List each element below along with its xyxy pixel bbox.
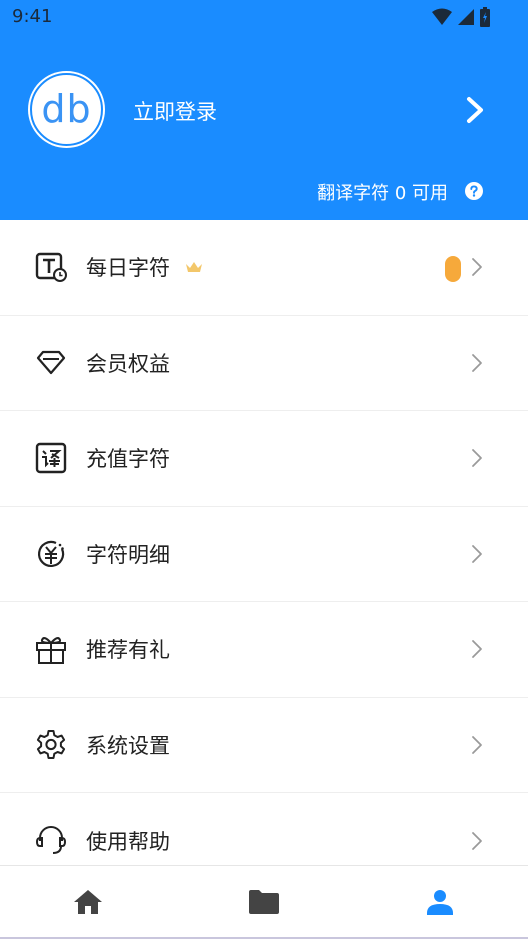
chevron-right-icon bbox=[472, 544, 482, 563]
menu-item-label: 每日字符 bbox=[86, 256, 170, 281]
gift-icon bbox=[36, 637, 66, 665]
gear-icon bbox=[36, 729, 66, 759]
menu-item-label: 使用帮助 bbox=[86, 829, 170, 854]
chevron-right-icon bbox=[472, 735, 482, 754]
yuan-coin-icon bbox=[38, 540, 65, 567]
menu-item-membership-benefits[interactable]: 会员权益 bbox=[0, 315, 528, 411]
daily-characters-icon bbox=[35, 253, 67, 283]
status-badge bbox=[445, 256, 461, 282]
cellular-signal-icon bbox=[458, 9, 474, 25]
menu-item-label: 推荐有礼 bbox=[86, 638, 170, 663]
home-icon[interactable] bbox=[70, 884, 106, 920]
menu-item-label: 系统设置 bbox=[86, 733, 170, 758]
menu-item-daily-characters[interactable]: 每日字符 bbox=[0, 220, 528, 316]
wifi-icon bbox=[432, 8, 452, 25]
folder-icon[interactable] bbox=[246, 884, 282, 920]
bottom-navigation bbox=[0, 865, 528, 939]
status-bar: 9:41 bbox=[0, 0, 528, 36]
menu-item-label: 充值字符 bbox=[86, 447, 170, 472]
avatar-logo-text: db bbox=[41, 86, 92, 131]
profile-header: 9:41 db 立即登录 翻译字符 0 可用 bbox=[0, 0, 528, 220]
chevron-right-icon bbox=[472, 831, 482, 850]
settings-menu: 每日字符 会员权益 充值字符 字符明细 推荐有礼 系统设置 使用帮助 bbox=[0, 220, 528, 889]
chevron-right-icon bbox=[472, 449, 482, 468]
chevron-right-icon bbox=[472, 353, 482, 372]
menu-item-recharge-characters[interactable]: 充值字符 bbox=[0, 411, 528, 507]
menu-item-label: 会员权益 bbox=[86, 351, 170, 376]
chevron-right-icon bbox=[472, 640, 482, 659]
menu-item-label: 字符明细 bbox=[86, 542, 170, 567]
diamond-icon bbox=[36, 350, 66, 374]
chevron-right-icon[interactable] bbox=[462, 96, 488, 124]
menu-item-referral-rewards[interactable]: 推荐有礼 bbox=[0, 602, 528, 698]
status-icons bbox=[432, 7, 490, 27]
crown-icon bbox=[186, 262, 202, 272]
help-icon[interactable] bbox=[465, 182, 483, 200]
login-link[interactable]: 立即登录 bbox=[133, 96, 217, 126]
menu-item-system-settings[interactable]: 系统设置 bbox=[0, 697, 528, 793]
avatar[interactable]: db bbox=[30, 73, 103, 146]
battery-icon bbox=[480, 7, 490, 27]
status-time: 9:41 bbox=[12, 6, 53, 27]
chevron-right-icon bbox=[472, 258, 482, 277]
headset-icon bbox=[35, 825, 67, 854]
translate-recharge-icon bbox=[35, 443, 67, 474]
menu-item-character-details[interactable]: 字符明细 bbox=[0, 506, 528, 602]
character-quota: 翻译字符 0 可用 bbox=[317, 183, 448, 204]
profile-icon[interactable] bbox=[422, 884, 458, 920]
